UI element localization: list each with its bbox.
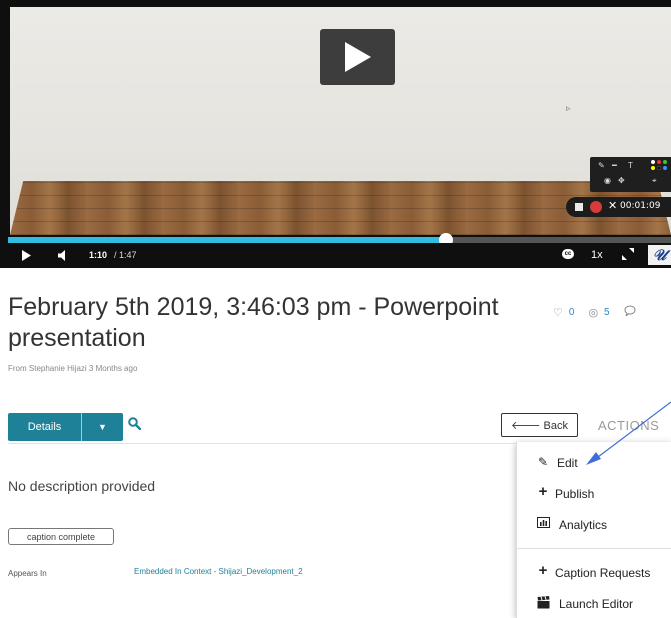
plus-icon: + (538, 562, 548, 579)
pause-recording-icon[interactable] (590, 201, 602, 213)
menu-item-edit[interactable]: ✎ Edit (517, 448, 671, 476)
entry-stats: ♡ 0 ◎ 5 (553, 305, 636, 319)
comment-icon[interactable] (624, 305, 636, 319)
line-icon[interactable]: ━ (612, 161, 617, 170)
volume-icon[interactable] (58, 250, 66, 263)
back-label: Back (543, 420, 569, 432)
details-tab-label[interactable]: Details (8, 413, 81, 441)
eye-icon: ◎ (588, 306, 599, 319)
menu-item-launch-editor[interactable]: Launch Editor (517, 589, 671, 617)
player-controls: 1:10 / 1:47 cc 1x 𝒰 (0, 243, 671, 268)
recording-timer: 00:01:09 (620, 201, 661, 211)
back-button[interactable]: 🡐 Back (501, 413, 578, 437)
menu-item-label: Launch Editor (559, 597, 634, 611)
university-logo: 𝒰 (648, 245, 671, 265)
appears-in-link[interactable]: Embedded In Context - Shijazi_Developmen… (134, 567, 303, 576)
video-frame[interactable]: ▹ ✎ ━ T ◉ ✥ ⌖ ✕ 00:01:09 (10, 7, 671, 235)
views-count: 5 (604, 306, 610, 318)
current-time: 1:10 (89, 250, 108, 260)
pointer-icon[interactable]: ◉ (604, 176, 611, 185)
bar-chart-icon (536, 517, 550, 531)
text-icon[interactable]: T (628, 161, 633, 170)
entry-author-info: From Stephanie Hijazi 3 Months ago (8, 364, 138, 373)
actions-menu: ✎ Edit + Publish Analytics + Caption Req… (516, 442, 671, 618)
search-icon[interactable] (128, 417, 142, 435)
menu-item-label: Publish (555, 487, 595, 501)
clapperboard-icon (536, 596, 550, 612)
menu-item-analytics[interactable]: Analytics (517, 510, 671, 538)
likes-count: 0 (568, 306, 575, 318)
plus-icon: + (538, 483, 548, 500)
play-icon (345, 42, 371, 72)
menu-item-label: Edit (557, 456, 578, 470)
mouse-cursor-icon: ▹ (566, 103, 571, 113)
recorder-control-bar: ✕ 00:01:09 (566, 197, 671, 217)
page-title: February 5th 2019, 3:46:03 pm - Powerpoi… (8, 293, 499, 352)
pencil-icon: ✎ (537, 455, 549, 469)
menu-item-caption-requests[interactable]: + Caption Requests (517, 558, 671, 586)
play-control-icon[interactable] (22, 250, 31, 263)
move-icon[interactable]: ✥ (618, 176, 625, 185)
menu-item-publish[interactable]: + Publish (517, 479, 671, 507)
cancel-recording-icon[interactable]: ✕ (608, 199, 617, 212)
menu-item-label: Caption Requests (555, 566, 651, 580)
menu-separator (517, 548, 671, 549)
details-button-divider (81, 413, 82, 441)
video-player[interactable]: ▹ ✎ ━ T ◉ ✥ ⌖ ✕ 00:01:09 1:10 / 1:47 cc … (0, 0, 671, 268)
details-button: Details ▼ (8, 413, 123, 441)
appears-in-label: Appears In (8, 569, 47, 578)
description-text: No description provided (8, 478, 156, 494)
pin-icon[interactable]: ⌖ (652, 176, 657, 186)
back-arrow-icon: 🡐 (510, 420, 541, 432)
pen-icon[interactable]: ✎ (598, 161, 605, 170)
recorder-toolbox[interactable]: ✎ ━ T ◉ ✥ ⌖ (590, 157, 671, 192)
heart-icon[interactable]: ♡ (553, 306, 563, 319)
playback-speed-button[interactable]: 1x (591, 249, 603, 261)
big-play-button[interactable] (320, 29, 395, 85)
menu-item-label: Analytics (559, 518, 608, 532)
stop-recording-icon[interactable] (575, 203, 583, 211)
duration: / 1:47 (114, 250, 137, 260)
caption-complete-tag[interactable]: caption complete (8, 528, 114, 545)
details-dropdown-caret-icon[interactable]: ▼ (82, 413, 123, 441)
color-palette-icon[interactable] (650, 159, 670, 173)
closed-captions-button[interactable]: cc (562, 249, 574, 259)
fullscreen-icon[interactable] (622, 248, 634, 262)
actions-dropdown-button[interactable]: ACTIONS (598, 418, 659, 433)
